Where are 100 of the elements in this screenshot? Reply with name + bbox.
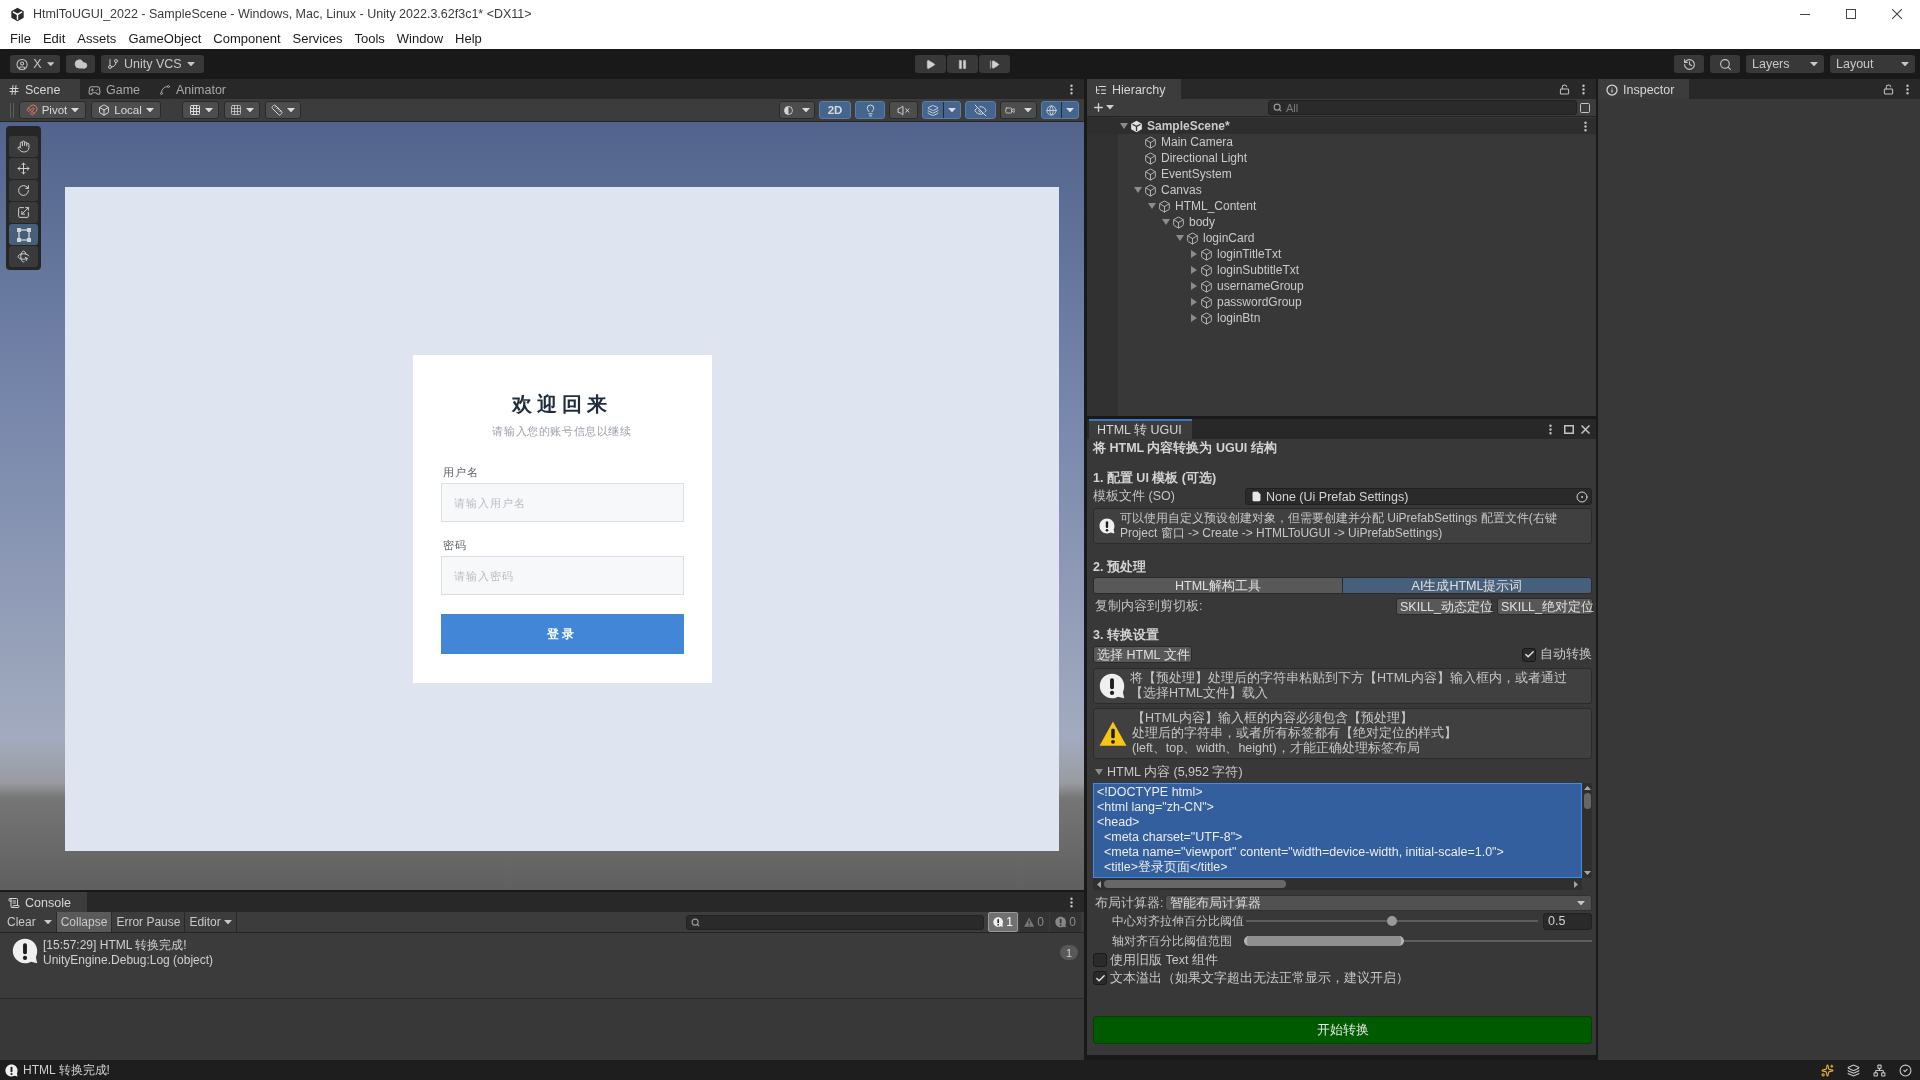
foldout-arrow-icon[interactable] — [1175, 235, 1184, 241]
search-field[interactable]: All — [1268, 100, 1577, 115]
hidden-toggle[interactable] — [965, 101, 996, 119]
info-filter-toggle[interactable]: 1 — [988, 912, 1018, 932]
tool-button[interactable] — [9, 202, 38, 223]
clear-button[interactable]: Clear — [3, 912, 40, 932]
network-icon[interactable] — [1873, 1063, 1886, 1077]
code-editor[interactable]: <!DOCTYPE html> <html lang="zh-CN"> <head> <meta charset="UTF-8"> <meta name="viewport" content="width=device-width, initial-scale=1.0"> <title>登录页面</title> — [1093, 783, 1582, 878]
tree-item[interactable]: loginBtn — [1217, 311, 1261, 325]
checkbox-label[interactable]: 使用旧版 Text 组件 — [1110, 951, 1218, 969]
tree-item[interactable]: usernameGroup — [1217, 279, 1304, 293]
padlock-icon[interactable] — [1883, 83, 1894, 95]
copy-button[interactable]: SKILL_绝对定位 — [1497, 598, 1593, 615]
foldout-arrow-icon[interactable] — [1147, 203, 1156, 209]
toolbar-tab[interactable]: HTML解构工具 — [1094, 578, 1342, 593]
tree-item[interactable]: Directional Light — [1161, 151, 1248, 165]
value-field[interactable]: 0.5 — [1543, 912, 1592, 930]
layout-dropdown[interactable]: Layout — [1830, 55, 1915, 73]
menu-item[interactable]: Edit — [36, 28, 72, 49]
error-pause-toggle[interactable]: Error Pause — [112, 912, 186, 932]
flat-toggle[interactable]: 2D — [819, 101, 851, 119]
layers-dropdown[interactable]: Layers — [1746, 55, 1824, 73]
panel-tab[interactable]: HTML 转 UGUI — [1089, 419, 1192, 439]
panel-tab[interactable]: Scene — [0, 79, 80, 99]
tool-button[interactable] — [9, 246, 38, 267]
panel-tab[interactable]: Game — [80, 79, 151, 99]
search-field[interactable] — [686, 914, 984, 930]
object-field[interactable]: None (Ui Prefab Settings) — [1245, 488, 1592, 505]
tree-item[interactable]: passwordGroup — [1217, 295, 1302, 309]
copy-button[interactable]: SKILL_动态定位 — [1396, 598, 1492, 615]
check-circle-icon[interactable] — [1899, 1063, 1912, 1077]
layout-calculator-dropdown[interactable]: 智能布局计算器 — [1165, 895, 1592, 911]
foldout-arrow-icon[interactable] — [1119, 123, 1128, 129]
tree-item[interactable]: loginCard — [1203, 231, 1255, 245]
camera-toggle[interactable] — [1000, 101, 1037, 119]
tool-button[interactable] — [9, 136, 38, 157]
foldout-arrow-icon[interactable] — [1190, 266, 1197, 274]
checkbox[interactable] — [1093, 953, 1107, 967]
history-button[interactable] — [1674, 55, 1704, 73]
padlock-icon[interactable] — [1559, 83, 1570, 95]
foldout-arrow-icon[interactable] — [1190, 250, 1197, 258]
panel-tab[interactable]: Console — [0, 892, 87, 912]
tree-item[interactable]: EventSystem — [1161, 167, 1232, 181]
range-slider-fill[interactable] — [1244, 936, 1405, 946]
sparkle-icon[interactable] — [1821, 1063, 1834, 1077]
menu-item[interactable]: Tools — [348, 28, 391, 49]
panel-tab[interactable]: Inspector — [1598, 79, 1689, 99]
choose-file-button[interactable]: 选择 HTML 文件 — [1093, 646, 1192, 663]
panel-tab[interactable]: Hierarchy — [1087, 79, 1181, 99]
version-control-button[interactable]: Unity VCS — [101, 55, 204, 73]
tree-item[interactable]: body — [1189, 215, 1216, 229]
effects-toggle[interactable] — [922, 101, 961, 119]
checkbox-label[interactable]: 自动转换 — [1540, 646, 1592, 663]
increment-snap-dropdown[interactable] — [265, 101, 301, 119]
editor-dropdown[interactable]: Editor — [185, 912, 237, 932]
error-filter-toggle[interactable]: 0 — [1050, 912, 1081, 932]
tree-item[interactable]: loginTitleTxt — [1217, 247, 1282, 261]
step-button[interactable] — [979, 55, 1010, 73]
tree-item[interactable]: loginSubtitleTxt — [1217, 263, 1300, 277]
slider-thumb[interactable] — [1387, 916, 1397, 926]
tool-button[interactable] — [9, 180, 38, 201]
close-icon[interactable] — [1581, 424, 1590, 434]
space-dropdown[interactable]: Local — [91, 101, 161, 119]
horizontal-scrollbar[interactable] — [1093, 878, 1582, 890]
menu-item[interactable]: Window — [390, 28, 450, 49]
scrollbar-thumb[interactable] — [1583, 793, 1591, 809]
tree-item[interactable]: Main Camera — [1161, 135, 1234, 149]
tool-button[interactable] — [9, 158, 38, 179]
search-button[interactable] — [1710, 55, 1740, 73]
lighting-toggle[interactable] — [855, 101, 885, 119]
pivot-dropdown[interactable]: Pivot — [19, 101, 86, 119]
foldout-arrow-icon[interactable] — [1161, 219, 1170, 225]
panel-tab[interactable]: Animator — [151, 79, 237, 99]
layers-icon[interactable] — [1847, 1063, 1860, 1077]
foldout-label[interactable]: HTML 内容 (5,952 字符) — [1107, 763, 1243, 781]
tool-button[interactable] — [9, 224, 38, 245]
grid-dropdown[interactable] — [224, 101, 260, 119]
menu-item[interactable]: Help — [449, 28, 488, 49]
foldout-arrow-icon[interactable] — [1190, 314, 1197, 322]
foldout-arrow-icon[interactable] — [1190, 298, 1197, 306]
menu-item[interactable]: GameObject — [122, 28, 208, 49]
checkbox[interactable] — [1522, 647, 1536, 662]
scrollbar-thumb[interactable] — [1104, 880, 1286, 888]
maximize-icon[interactable] — [1564, 424, 1574, 434]
account-button[interactable]: X — [10, 55, 60, 73]
menu-item[interactable]: Component — [207, 28, 287, 49]
checkbox[interactable] — [1093, 971, 1107, 985]
pause-button[interactable] — [947, 55, 978, 73]
foldout-arrow-icon[interactable] — [1190, 282, 1197, 290]
menu-item[interactable]: File — [4, 28, 37, 49]
menu-item[interactable]: Services — [286, 28, 349, 49]
play-button[interactable] — [915, 55, 946, 73]
audio-toggle[interactable] — [889, 101, 918, 119]
tree-item[interactable]: HTML_Content — [1175, 199, 1257, 213]
toolbar-tab[interactable]: AI生成HTML提示词 — [1342, 578, 1591, 593]
grid-snap-dropdown[interactable] — [182, 101, 219, 119]
vertical-scrollbar[interactable] — [1582, 783, 1592, 878]
convert-button[interactable]: 开始转换 — [1093, 1016, 1592, 1044]
warning-filter-toggle[interactable]: 0 — [1019, 912, 1049, 932]
tree-item[interactable]: Canvas — [1161, 183, 1202, 197]
